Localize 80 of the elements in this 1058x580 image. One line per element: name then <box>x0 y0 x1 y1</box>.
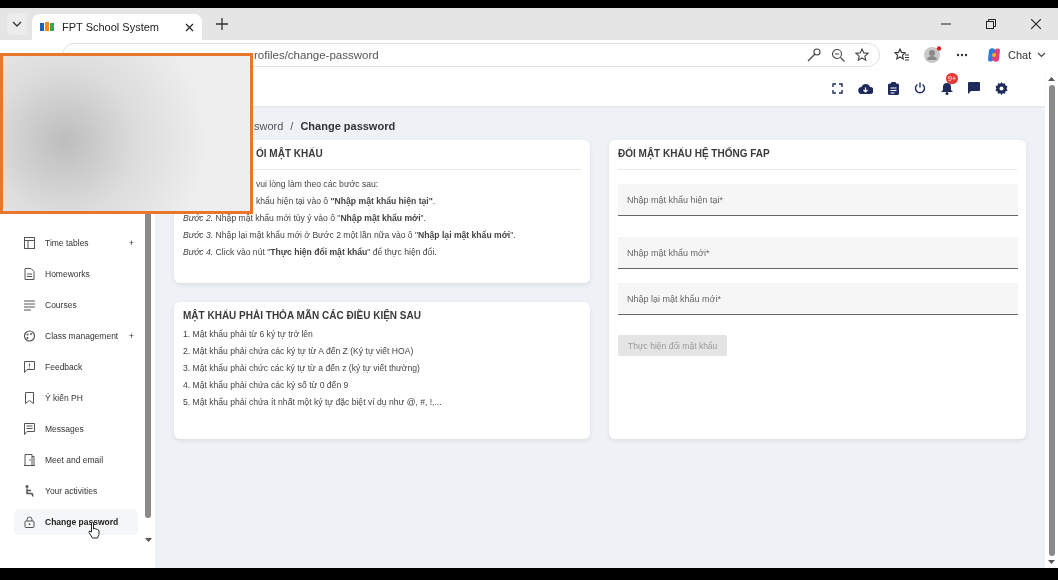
sidebar-item[interactable]: Courses <box>14 292 138 318</box>
clipboard-icon[interactable] <box>888 81 899 95</box>
star-icon[interactable] <box>855 48 869 62</box>
tab-list-button[interactable] <box>7 13 27 35</box>
sidebar-item-label: Homeworks <box>45 269 90 279</box>
bookmark-icon <box>24 392 35 404</box>
close-icon[interactable] <box>185 22 194 32</box>
sidebar-item[interactable]: Class management + <box>14 323 138 349</box>
restore-icon[interactable] <box>986 19 996 29</box>
rule-text: 4. Mật khẩu phải chứa các ký số từ 0 đến 9 <box>183 380 350 391</box>
rule-text: 1. Mật khẩu phải từ 6 ký tự trở lên <box>183 329 314 340</box>
favorites-icon[interactable] <box>894 48 910 62</box>
zoom-out-icon[interactable] <box>831 48 845 62</box>
url-text: rofiles/change-password <box>254 49 379 61</box>
chevron-down-icon <box>1037 52 1047 58</box>
sidebar-item[interactable]: Change password <box>14 509 138 535</box>
password-field[interactable]: Nhập mật khẩu hiện tại* <box>618 184 1018 216</box>
profile-avatar-icon[interactable] <box>924 46 942 64</box>
rule-text: 3. Mật khẩu phải chức các ký tự từ a đến z (ký tự viết thường) <box>183 363 421 374</box>
rule-text: 5. Mật khẩu phải chứa ít nhất một ký tự đặc biệt ví dụ như @, #, !,... <box>183 397 443 408</box>
sidebar-item[interactable]: Your activities <box>14 478 138 504</box>
more-icon[interactable] <box>956 53 968 57</box>
instruction-text: Bước 2. Nhập mật khẩu mới tùy ý vào ô "Nhập mật khẩu mới". <box>183 213 427 224</box>
sidebar-item-label: Class management <box>45 331 119 341</box>
rule-text: 2. Mật khẩu phải chứa các ký tự từ A đến Z (Ký tự viết HOA) <box>183 346 415 357</box>
lock-icon <box>24 516 35 528</box>
sidebar-item-label: Ý kiến PH <box>45 393 83 403</box>
sidebar-item[interactable]: Meet and email <box>14 447 138 473</box>
expand-toggle[interactable]: + <box>128 238 134 248</box>
instruction-text: khẩu hiện tại vào ô "Nhập mật khẩu hiện tại". <box>255 196 437 207</box>
scroll-down-icon[interactable] <box>1048 560 1055 564</box>
power-icon[interactable] <box>914 82 926 94</box>
scroll-down-icon[interactable] <box>145 538 152 542</box>
scroll-up-icon[interactable] <box>1048 77 1055 81</box>
card-title: ỔI MẬT KHẨU <box>255 147 324 161</box>
site-logo-icon <box>40 21 54 33</box>
sidebar-item[interactable]: Time tables + <box>14 230 138 256</box>
palette-icon <box>24 330 35 342</box>
browser-tab[interactable]: FPT School System <box>32 14 202 40</box>
chat-button[interactable]: Chat <box>986 47 1047 63</box>
cloud-download-icon[interactable] <box>858 82 873 94</box>
list-icon <box>24 299 35 311</box>
fullscreen-icon[interactable] <box>832 82 843 94</box>
tab-title: FPT School System <box>62 21 160 33</box>
document-icon <box>24 268 35 280</box>
sidebar-item-label: Time tables <box>45 238 89 248</box>
password-field[interactable]: Nhập lại mật khẩu mới* <box>618 283 1018 315</box>
sidebar-item-label: Feedback <box>45 362 83 372</box>
sidebar-item[interactable]: Ý kiến PH <box>14 385 138 411</box>
settings-icon[interactable] <box>995 81 1008 95</box>
breadcrumb-current: Change password <box>300 120 396 132</box>
card-title: MẬT KHẨU PHẢI THỎA MÃN CÁC ĐIỀU KIỆN SAU <box>183 309 422 323</box>
instruction-text: vui lòng làm theo các bước sau: <box>255 179 380 190</box>
table-icon <box>24 237 35 249</box>
expand-toggle[interactable]: + <box>128 331 134 341</box>
instruction-text: Bước 4. Click vào nút "Thực hiện đổi mật khẩu" để thực hiện đổi. <box>183 247 438 258</box>
sidebar-item-label: Change password <box>45 517 119 527</box>
door-icon <box>24 454 35 466</box>
chat-icon[interactable] <box>968 82 980 94</box>
card-title: ĐỔI MẬT KHẨU HỆ THỐNG FAP <box>618 147 771 161</box>
sidebar-item[interactable]: Homeworks <box>14 261 138 287</box>
breadcrumb-separator: / <box>290 120 294 132</box>
chevron-down-icon <box>12 21 22 27</box>
password-field[interactable]: Nhập mật khẩu mới* <box>618 237 1018 269</box>
sidebar-item-label: Courses <box>45 300 77 310</box>
sidebar-item-label: Messages <box>45 424 84 434</box>
sidebar-item-label: Your activities <box>45 486 98 496</box>
message-icon <box>24 423 35 435</box>
sidebar-item[interactable]: Feedback <box>14 354 138 380</box>
comment-icon <box>24 361 35 373</box>
new-tab-icon[interactable] <box>216 18 228 30</box>
breadcrumb-link[interactable]: sword <box>254 120 284 132</box>
person-icon <box>24 485 35 497</box>
instruction-text: Bước 3. Nhập lại mật khẩu mới ở Bước 2 một lần nữa vào ô "Nhập lại mật khẩu mới". <box>183 230 517 241</box>
sidebar-item-label: Meet and email <box>45 455 104 465</box>
sidebar-item[interactable]: Messages <box>14 416 138 442</box>
close-icon[interactable] <box>1031 19 1041 29</box>
bell-icon[interactable] <box>941 81 953 95</box>
key-icon[interactable] <box>807 48 821 62</box>
copilot-icon <box>986 47 1002 63</box>
